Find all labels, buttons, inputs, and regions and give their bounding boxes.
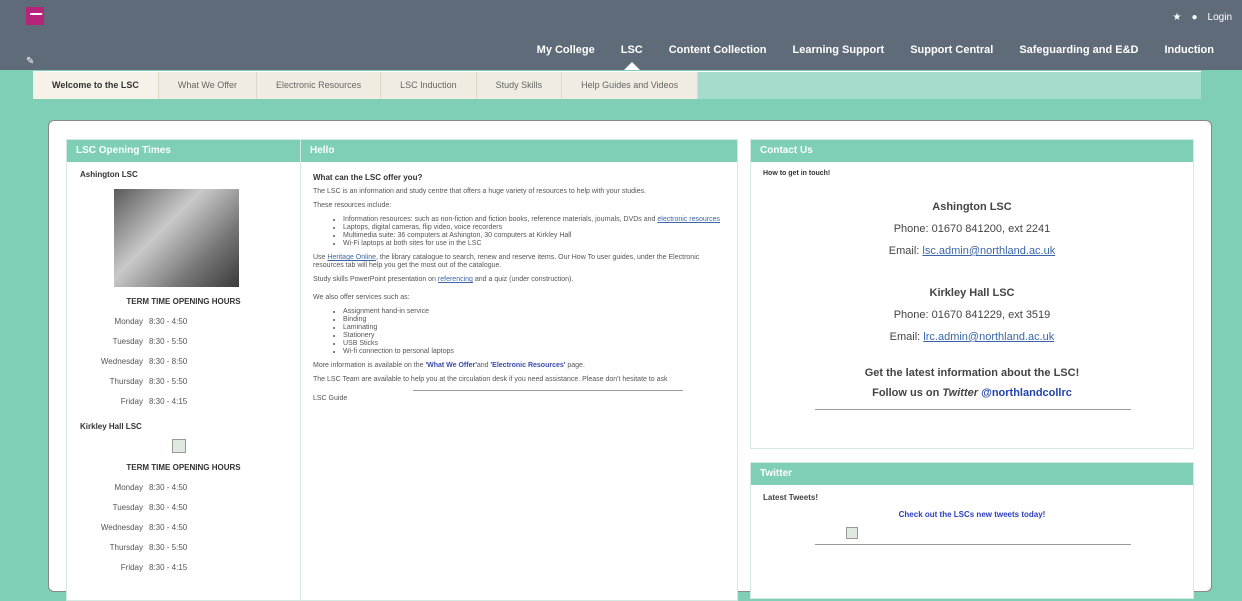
hours-row: Tuesday 8:30 - 4:50 bbox=[112, 503, 188, 512]
user-icon: ● bbox=[1191, 12, 1198, 23]
ashington-phone: Phone: 01670 841200, ext 2241 bbox=[893, 223, 1051, 235]
list-item: Multimedia suite: 36 computers at Ashing… bbox=[343, 232, 727, 240]
hours-row: Wednesday 8:30 - 4:50 bbox=[100, 523, 188, 532]
term-hours-title: TERM TIME OPENING HOURS bbox=[126, 297, 241, 306]
kirkley-hours: Monday 8:30 - 4:50 Tuesday 8:30 - 4:50 Wed… bbox=[67, 478, 300, 578]
hours-row: Thursday 8:30 - 5:50 bbox=[109, 543, 188, 552]
panel-header: LSC Opening Times bbox=[67, 140, 300, 162]
latest-tweets-title: Latest Tweets! bbox=[763, 493, 818, 502]
hours-row: Tuesday 8:30 - 5:50 bbox=[112, 337, 188, 346]
contact-panel: Contact Us How to get in touch! Ashingto… bbox=[750, 139, 1194, 449]
resources-title: These resources include: bbox=[313, 202, 392, 209]
nav-lsc[interactable]: LSC bbox=[621, 44, 643, 70]
kirkley-title: Kirkley Hall LSC bbox=[80, 422, 142, 431]
ashington-photo bbox=[114, 189, 239, 287]
list-item: Wi-Fi laptops at both sites for use in t… bbox=[343, 240, 727, 248]
offer-question: What can the LSC offer you? bbox=[313, 173, 423, 182]
what-we-offer-link[interactable]: 'What We Offer' bbox=[425, 362, 476, 369]
pencil-icon[interactable]: ✎ bbox=[26, 56, 34, 67]
panel-header: Hello bbox=[301, 140, 737, 162]
kirkley-email-link[interactable]: lrc.admin@northland.ac.uk bbox=[923, 331, 1054, 343]
hours-row: Monday 8:30 - 4:50 bbox=[114, 317, 188, 326]
hello-panel: Hello What can the LSC offer you? The LS… bbox=[300, 139, 738, 601]
college-logo[interactable] bbox=[26, 7, 44, 25]
ashington-title: Ashington LSC bbox=[80, 170, 138, 179]
intro-text: The LSC is an information and study cent… bbox=[313, 188, 646, 195]
twitter-handle-link[interactable]: @northlandcollrc bbox=[981, 387, 1072, 399]
tab-study-skills[interactable]: Study Skills bbox=[476, 72, 563, 99]
broken-image-icon bbox=[172, 439, 186, 453]
nav-support-central[interactable]: Support Central bbox=[910, 44, 993, 56]
hours-row: Monday 8:30 - 4:50 bbox=[114, 483, 188, 492]
heritage-online-link[interactable]: Heritage Online bbox=[327, 254, 376, 261]
nav-induction[interactable]: Induction bbox=[1165, 44, 1215, 56]
ashington-hours: Monday 8:30 - 4:50 Tuesday 8:30 - 5:50 Wed… bbox=[67, 312, 300, 412]
nav-my-college[interactable]: My College bbox=[537, 44, 595, 56]
list-item: Binding bbox=[343, 316, 727, 324]
electronic-resources-page-link[interactable]: 'Electronic Resources' bbox=[491, 362, 566, 369]
broken-image-icon bbox=[846, 527, 858, 539]
team-text: The LSC Team are available to help you a… bbox=[313, 376, 668, 383]
tab-electronic-resources[interactable]: Electronic Resources bbox=[257, 72, 382, 99]
top-bar: ✎ ★ ● Login My College LSC Content Colle… bbox=[0, 0, 1242, 70]
home-icon[interactable]: ★ bbox=[1173, 12, 1182, 23]
list-item: Laptops, digital cameras, flip video, vo… bbox=[343, 224, 727, 232]
opening-times-panel: LSC Opening Times Ashington LSC TERM TIM… bbox=[66, 139, 301, 601]
hours-row: Friday 8:30 - 4:15 bbox=[120, 397, 188, 406]
content-area: LSC Opening Times Ashington LSC TERM TIM… bbox=[48, 120, 1212, 601]
nav-learning-support[interactable]: Learning Support bbox=[793, 44, 885, 56]
tab-help-guides[interactable]: Help Guides and Videos bbox=[562, 72, 699, 99]
ashington-contact-title: Ashington LSC bbox=[932, 201, 1012, 213]
services-list: Assignment hand-in service Binding Lamin… bbox=[313, 308, 727, 356]
list-item: Wi-fi connection to personal laptops bbox=[343, 348, 727, 356]
how-to-contact: How to get in touch! bbox=[763, 170, 831, 177]
sub-nav: Welcome to the LSC What We Offer Electro… bbox=[33, 71, 1201, 99]
follow-row: Follow us on Twitter @northlandcollrc bbox=[872, 387, 1072, 399]
divider bbox=[413, 390, 683, 391]
resources-list: Information resources: such as non-ficti… bbox=[313, 216, 727, 248]
hours-row: Wednesday 8:30 - 8:50 bbox=[100, 357, 188, 366]
term-hours-title: TERM TIME OPENING HOURS bbox=[126, 463, 241, 472]
panel-header: Contact Us bbox=[751, 140, 1193, 162]
nav-safeguarding[interactable]: Safeguarding and E&D bbox=[1019, 44, 1138, 56]
referencing-link[interactable]: referencing bbox=[438, 276, 473, 283]
tab-welcome[interactable]: Welcome to the LSC bbox=[33, 72, 159, 99]
latest-info-text: Get the latest information about the LSC… bbox=[864, 367, 1080, 379]
divider bbox=[815, 409, 1131, 410]
list-item: Information resources: such as non-ficti… bbox=[343, 216, 727, 224]
electronic-resources-link[interactable]: electronic resources bbox=[657, 216, 720, 223]
top-right-links: ★ ● Login bbox=[1173, 12, 1232, 23]
lsc-guide-link[interactable]: LSC Guide bbox=[313, 395, 727, 403]
panel-header: Twitter bbox=[751, 463, 1193, 485]
check-tweets-link[interactable]: Check out the LSCs new tweets today! bbox=[751, 510, 1193, 519]
twitter-panel: Twitter Latest Tweets! Check out the LSC… bbox=[750, 462, 1194, 599]
list-item: Stationery bbox=[343, 332, 727, 340]
kirkley-phone: Phone: 01670 841229, ext 3519 bbox=[893, 309, 1051, 321]
nav-content-collection[interactable]: Content Collection bbox=[669, 44, 767, 56]
heritage-text: Use Heritage Online, the library catalog… bbox=[313, 254, 700, 269]
kirkley-contact-title: Kirkley Hall LSC bbox=[929, 287, 1015, 299]
ashington-email-row: Email: lsc.admin@northland.ac.uk bbox=[888, 245, 1056, 257]
study-skills-text: Study skills PowerPoint presentation on … bbox=[313, 276, 574, 283]
hours-row: Friday 8:30 - 4:15 bbox=[120, 563, 188, 572]
tab-what-we-offer[interactable]: What We Offer bbox=[158, 72, 258, 99]
tab-lsc-induction[interactable]: LSC Induction bbox=[381, 72, 477, 99]
kirkley-email-row: Email: lrc.admin@northland.ac.uk bbox=[889, 331, 1055, 343]
more-info-text: More information is available on the 'Wh… bbox=[313, 362, 585, 369]
list-item: USB Sticks bbox=[343, 340, 727, 348]
divider bbox=[815, 544, 1131, 545]
main-nav: My College LSC Content Collection Learni… bbox=[511, 44, 1215, 70]
ashington-email-link[interactable]: lsc.admin@northland.ac.uk bbox=[922, 245, 1055, 257]
services-title: We also offer services such as: bbox=[313, 294, 410, 301]
subnav-decoration bbox=[698, 72, 1201, 99]
list-item: Laminating bbox=[343, 324, 727, 332]
list-item: Assignment hand-in service bbox=[343, 308, 727, 316]
hours-row: Thursday 8:30 - 5:50 bbox=[109, 377, 188, 386]
login-link[interactable]: Login bbox=[1208, 12, 1232, 23]
